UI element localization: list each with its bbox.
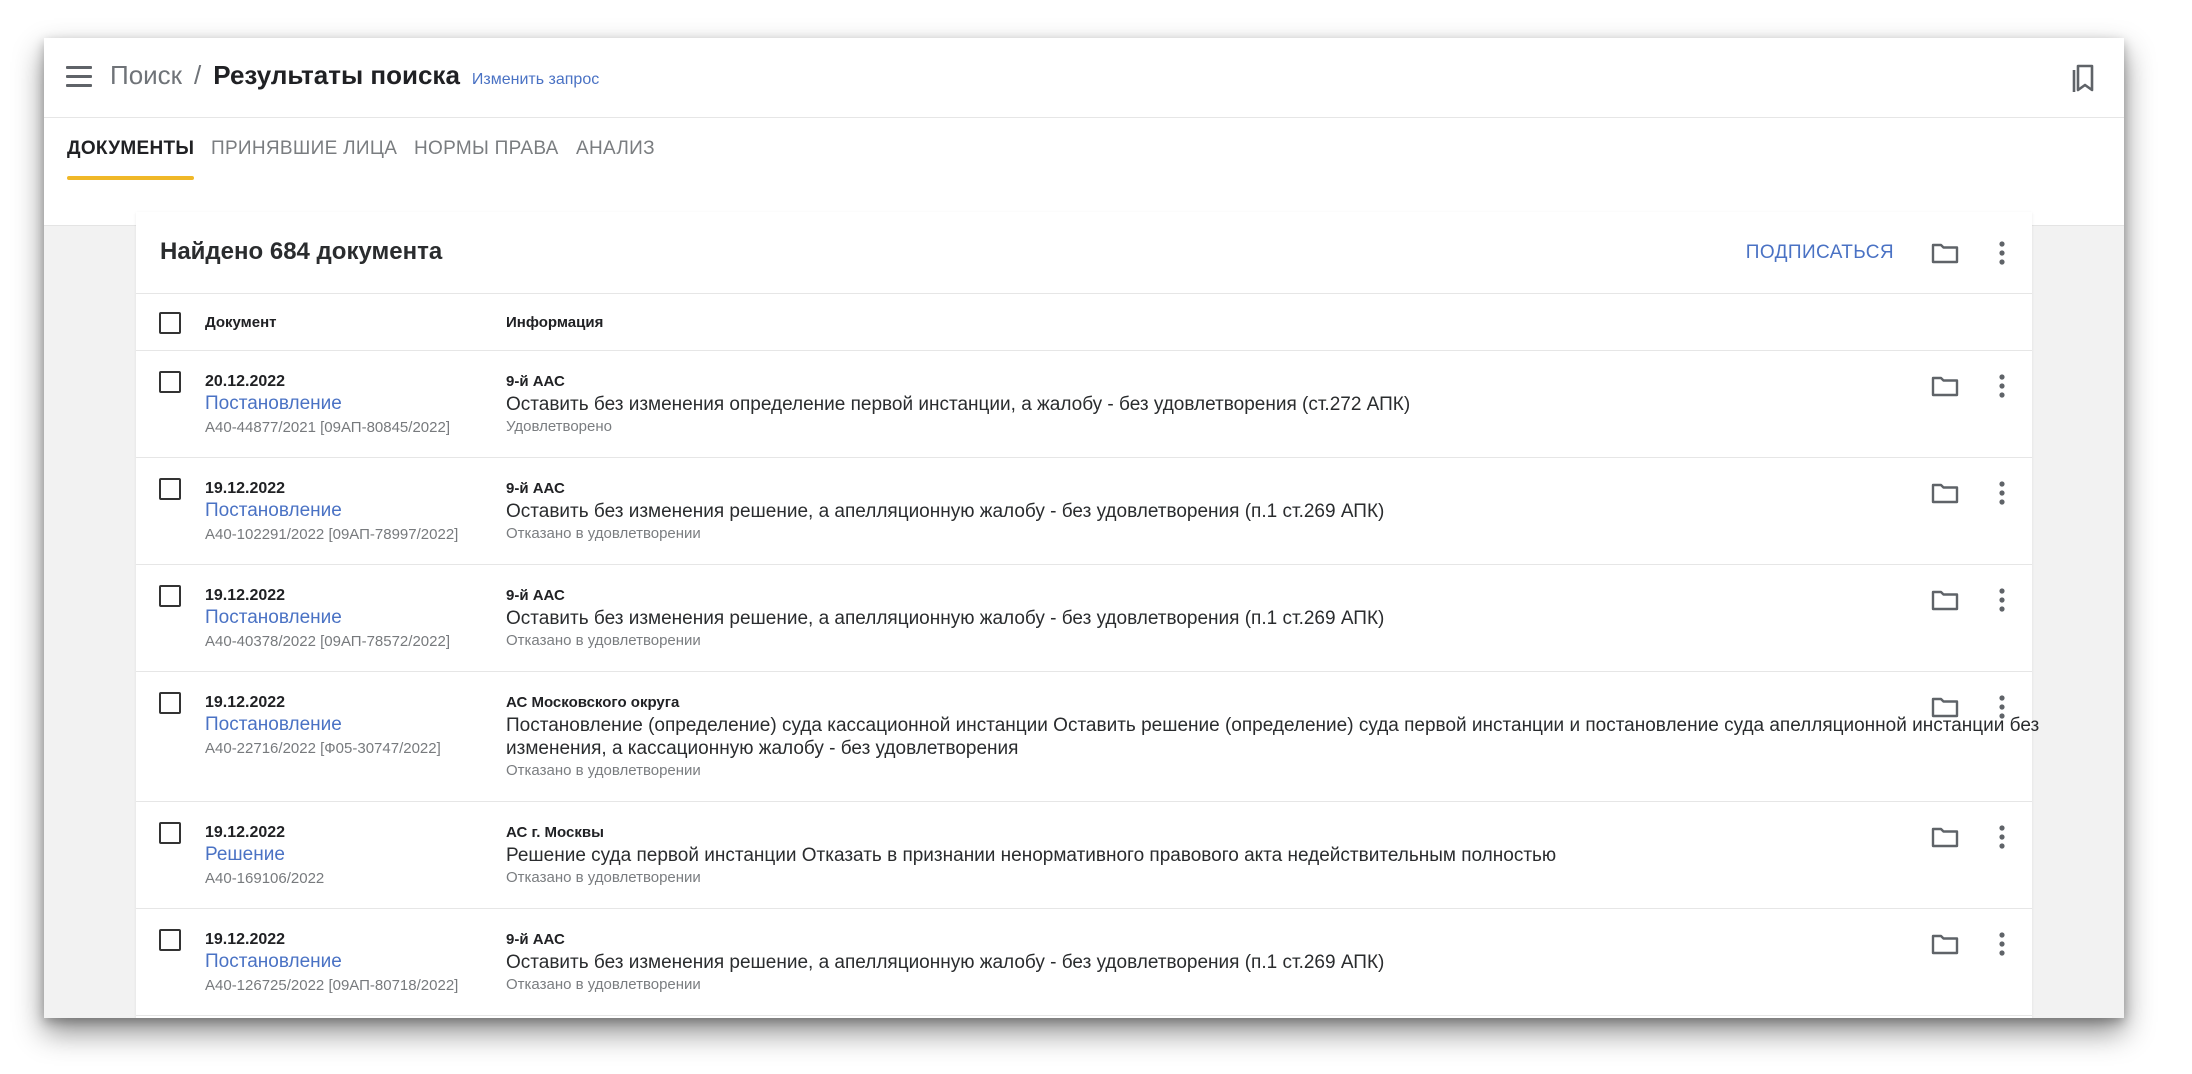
document-description: Постановление (определение) суда кассаци… [506, 715, 2040, 759]
folder-icon[interactable] [1930, 478, 1960, 508]
document-status: Отказано в удовлетворении [506, 976, 701, 993]
document-description: Оставить без изменения решение, а апелля… [506, 501, 1385, 522]
more-vert-icon[interactable] [1996, 692, 2008, 722]
case-number: А40-40378/2022 [09АП-78572/2022] [205, 633, 450, 650]
row-checkbox[interactable] [159, 929, 181, 951]
court-name: 9-й ААС [506, 931, 565, 948]
results-card: Найдено 684 документа ПОДПИСАТЬСЯ Докуме… [136, 212, 2039, 1018]
document-date: 19.12.2022 [205, 480, 286, 497]
table-row: 20.12.2022 Постановление А40-44877/2021 … [136, 351, 2032, 458]
breadcrumb: Поиск / Результаты поиска Изменить запро… [110, 60, 599, 91]
document-type-link[interactable]: Постановление [205, 714, 342, 736]
breadcrumb-search-link[interactable]: Поиск [110, 60, 182, 91]
column-document: Документ [205, 314, 277, 331]
case-number: А40-169106/2022 [205, 870, 325, 887]
folder-icon[interactable] [1930, 371, 1960, 401]
document-type-link[interactable]: Постановление [205, 393, 342, 415]
document-date: 19.12.2022 [205, 824, 286, 841]
court-name: 9-й ААС [506, 480, 565, 497]
document-type-link[interactable]: Постановление [205, 951, 342, 973]
document-date: 19.12.2022 [205, 587, 286, 604]
tab-judges[interactable]: ПРИНЯВШИЕ ЛИЦА [211, 138, 397, 180]
folder-icon[interactable] [1930, 692, 1960, 722]
court-name: 9-й ААС [506, 587, 565, 604]
tab-analysis[interactable]: АНАЛИЗ [576, 138, 655, 180]
row-checkbox[interactable] [159, 822, 181, 844]
document-date: 19.12.2022 [205, 694, 286, 711]
document-description: Оставить без изменения решение, а апелля… [506, 608, 1385, 629]
table-row: 19.12.2022 Решение А40-169106/2022 АС г.… [136, 802, 2032, 909]
case-number: А40-126725/2022 [09АП-80718/2022] [205, 977, 459, 994]
subscribe-button[interactable]: ПОДПИСАТЬСЯ [1746, 242, 1894, 264]
row-checkbox[interactable] [159, 585, 181, 607]
document-description: Оставить без изменения решение, а апелля… [506, 952, 1385, 973]
case-number: А40-102291/2022 [09АП-78997/2022] [205, 526, 459, 543]
folder-icon[interactable] [1930, 822, 1960, 852]
select-all-checkbox[interactable] [159, 312, 181, 334]
document-description: Решение суда первой инстанции Отказать в… [506, 845, 1557, 866]
document-date: 19.12.2022 [205, 931, 286, 948]
folder-icon[interactable] [1930, 929, 1960, 959]
table-row: 19.12.2022 Постановление А40-22716/2022 … [136, 672, 2039, 802]
more-vert-icon[interactable] [1996, 371, 2008, 401]
menu-icon[interactable] [66, 66, 92, 88]
court-name: АС г. Москвы [506, 824, 604, 841]
tab-legal-norms[interactable]: НОРМЫ ПРАВА [414, 138, 559, 180]
folder-icon[interactable] [1930, 238, 1960, 268]
document-status: Удовлетворено [506, 418, 612, 435]
results-header: Найдено 684 документа ПОДПИСАТЬСЯ [136, 212, 2032, 294]
change-query-link[interactable]: Изменить запрос [472, 71, 599, 89]
document-status: Отказано в удовлетворении [506, 869, 701, 886]
more-vert-icon[interactable] [1996, 478, 2008, 508]
case-number: А40-22716/2022 [Ф05-30747/2022] [205, 740, 441, 757]
court-name: АС Московского округа [506, 694, 680, 711]
table-header: Документ Информация [136, 294, 2032, 351]
more-vert-icon[interactable] [1996, 585, 2008, 615]
table-row: 19.12.2022 Постановление А40-102291/2022… [136, 458, 2032, 565]
app-window: Поиск / Результаты поиска Изменить запро… [44, 38, 2124, 1018]
document-status: Отказано в удовлетворении [506, 762, 701, 779]
row-checkbox[interactable] [159, 371, 181, 393]
breadcrumb-separator: / [194, 60, 202, 90]
more-vert-icon[interactable] [1996, 929, 2008, 959]
document-type-link[interactable]: Решение [205, 844, 285, 866]
tab-documents[interactable]: ДОКУМЕНТЫ [67, 138, 195, 180]
folder-icon[interactable] [1930, 585, 1960, 615]
row-checkbox[interactable] [159, 478, 181, 500]
document-type-link[interactable]: Постановление [205, 607, 342, 629]
page-title: Результаты поиска [213, 60, 460, 90]
document-date: 20.12.2022 [205, 373, 286, 390]
more-vert-icon[interactable] [1996, 822, 2008, 852]
tab-bar: ДОКУМЕНТЫ ПРИНЯВШИЕ ЛИЦА НОРМЫ ПРАВА АНА… [44, 118, 2124, 226]
more-vert-icon[interactable] [1996, 238, 2008, 268]
document-status: Отказано в удовлетворении [506, 525, 701, 542]
document-description: Оставить без изменения определение перво… [506, 394, 1411, 415]
document-type-link[interactable]: Постановление [205, 500, 342, 522]
results-list: 20.12.2022 Постановление А40-44877/2021 … [136, 351, 2039, 1016]
top-bar: Поиск / Результаты поиска Изменить запро… [44, 38, 2124, 118]
row-checkbox[interactable] [159, 692, 181, 714]
bookmark-icon[interactable] [2064, 58, 2104, 98]
court-name: 9-й ААС [506, 373, 565, 390]
document-status: Отказано в удовлетворении [506, 632, 701, 649]
table-row: 19.12.2022 Постановление А40-40378/2022 … [136, 565, 2032, 672]
case-number: А40-44877/2021 [09АП-80845/2022] [205, 419, 450, 436]
column-info: Информация [506, 314, 604, 331]
results-count: Найдено 684 документа [160, 238, 443, 265]
table-row: 19.12.2022 Постановление А40-126725/2022… [136, 909, 2032, 1016]
